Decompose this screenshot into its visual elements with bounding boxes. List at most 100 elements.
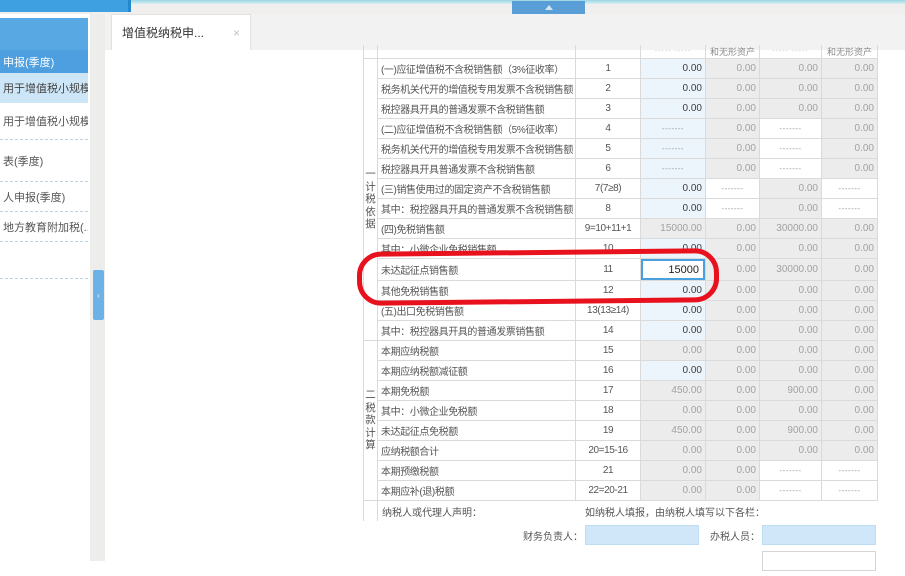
cell-value: 0.00 (822, 99, 878, 119)
cell-value: 0.00 (706, 421, 760, 441)
cell-value: 0.00 (641, 341, 706, 361)
cell-value: 0.00 (822, 79, 878, 99)
sidebar-item[interactable] (0, 242, 88, 279)
cell-value: 0.00 (822, 421, 878, 441)
cell-value[interactable]: 0.00 (641, 59, 706, 79)
collapse-up-icon (545, 5, 553, 10)
cell-value: 0.00 (706, 461, 760, 481)
table-row: 二税款计算本期应纳税额150.000.000.000.00 (364, 341, 878, 361)
row-label: 税务机关代开的增值税专用发票不含税销售额 (378, 139, 576, 159)
cell-value[interactable]: ------- (641, 159, 706, 179)
cell-value: 900.00 (760, 421, 822, 441)
row-code: 15 (576, 341, 641, 361)
tax-form-table-wrap: ----- -----和无形资产----- -----和无形资产一计税依据(一)… (363, 45, 879, 576)
header-cell: ----- ----- (760, 45, 822, 59)
row-code: 8 (576, 199, 641, 219)
header-cell-empty (576, 45, 641, 59)
cell-value: 0.00 (760, 301, 822, 321)
cell-value: 0.00 (760, 199, 822, 219)
table-row: 其中：税控器具开具的普通发票销售额140.000.000.000.00 (364, 321, 878, 341)
table-row: 未达起征点销售额110.0030000.000.00 (364, 259, 878, 281)
header-cell: ----- ----- (641, 45, 706, 59)
tax-clerk-input[interactable] (762, 525, 876, 545)
sidebar-collapse-handle[interactable]: ‹ (93, 270, 104, 320)
cell-value[interactable]: 0.00 (641, 179, 706, 199)
sidebar-header (0, 18, 88, 50)
table-row: 未达起征点免税额19450.000.00900.000.00 (364, 421, 878, 441)
cell-value[interactable]: 0.00 (641, 239, 706, 259)
table-row: 一计税依据(一)应征增值税不含税销售额（3%征收率）10.000.000.000… (364, 59, 878, 79)
cell-value: 0.00 (760, 321, 822, 341)
declaration-row: 纳税人或代理人声明： 如纳税人填报，由纳税人填写以下各栏： (363, 501, 877, 521)
cell-value: ------- (822, 179, 878, 199)
row-code: 9=10+11+1 (576, 219, 641, 239)
row-label: 本期预缴税额 (378, 461, 576, 481)
cell-value: 0.00 (706, 59, 760, 79)
cell-value[interactable]: 0.00 (641, 79, 706, 99)
row-label: (五)出口免税销售额 (378, 301, 576, 321)
extra-input[interactable] (762, 551, 876, 571)
row-code: 12 (576, 281, 641, 301)
header-cell: 和无形资产 (706, 45, 760, 59)
row-label: 本期应纳税额减征额 (378, 361, 576, 381)
row-label: 未达起征点免税额 (378, 421, 576, 441)
header-cell-empty (378, 45, 576, 59)
cell-value: 0.00 (822, 281, 878, 301)
cell-value[interactable]: 0.00 (641, 361, 706, 381)
cell-value: 0.00 (706, 159, 760, 179)
cell-value: 0.00 (760, 441, 822, 461)
sidebar-item[interactable]: 用于增值税小规模... (0, 103, 88, 140)
finance-officer-label: 财务负责人： (473, 528, 583, 543)
top-bar (0, 0, 905, 14)
table-row: (四)免税销售额9=10+11+115000.000.0030000.000.0… (364, 219, 878, 239)
cell-value[interactable]: 0.00 (641, 99, 706, 119)
sidebar-item[interactable]: 表(季度) (0, 140, 88, 182)
cell-value: 0.00 (706, 239, 760, 259)
focused-cell-input[interactable] (641, 259, 705, 280)
table-row: 其中：小微企业免税额180.000.000.000.00 (364, 401, 878, 421)
row-code: 3 (576, 99, 641, 119)
table-row: (二)应征增值税不含税销售额（5%征收率）4-------0.00-------… (364, 119, 878, 139)
cell-value: 0.00 (706, 481, 760, 501)
row-code: 13(13≥14) (576, 301, 641, 321)
tab-label: 增值税纳税申... (122, 24, 204, 41)
tab-vat-declaration[interactable]: 增值税纳税申... × (111, 14, 251, 50)
row-code: 5 (576, 139, 641, 159)
row-label: 本期应补(退)税额 (378, 481, 576, 501)
declaration-label: 纳税人或代理人声明： (378, 504, 482, 519)
table-row: 税控器具开具普通发票不含税销售额6-------0.00-------0.00 (364, 159, 878, 179)
cell-value: 900.00 (760, 381, 822, 401)
cell-value: 0.00 (641, 441, 706, 461)
cell-value[interactable]: ------- (641, 139, 706, 159)
cell-value: 0.00 (706, 301, 760, 321)
cell-value: 0.00 (822, 301, 878, 321)
cell-value: 0.00 (822, 159, 878, 179)
cell-value: 0.00 (641, 481, 706, 501)
sidebar-item[interactable]: 申报(季度) (0, 50, 88, 73)
declaration-corner-cell (364, 501, 378, 521)
cell-value: 0.00 (706, 401, 760, 421)
row-label: 税务机关代开的增值税专用发票不含税销售额 (378, 79, 576, 99)
row-code: 16 (576, 361, 641, 381)
top-bar-left-block (0, 0, 131, 12)
sidebar-item[interactable]: 用于增值税小规模... (0, 73, 88, 103)
cell-value[interactable]: 0.00 (641, 199, 706, 219)
cell-value: 0.00 (760, 79, 822, 99)
cell-value[interactable]: ------- (641, 119, 706, 139)
cell-value[interactable]: 0.00 (641, 301, 706, 321)
cell-value: 0.00 (706, 259, 760, 281)
sidebar-item[interactable]: 地方教育附加税(... (0, 212, 88, 242)
row-code: 6 (576, 159, 641, 179)
cell-value: 450.00 (641, 421, 706, 441)
cell-value: ------- (706, 199, 760, 219)
cell-value[interactable]: 0.00 (641, 321, 706, 341)
cell-value: ------- (760, 119, 822, 139)
row-code: 18 (576, 401, 641, 421)
row-code: 11 (576, 259, 641, 281)
cell-value: 0.00 (706, 441, 760, 461)
cell-value[interactable]: 0.00 (641, 281, 706, 301)
sidebar-item[interactable]: 人申报(季度) (0, 182, 88, 212)
close-icon[interactable]: × (233, 26, 240, 40)
collapse-panel-button[interactable] (512, 1, 585, 14)
row-label: 税控器具开具的普通发票不含税销售额 (378, 99, 576, 119)
